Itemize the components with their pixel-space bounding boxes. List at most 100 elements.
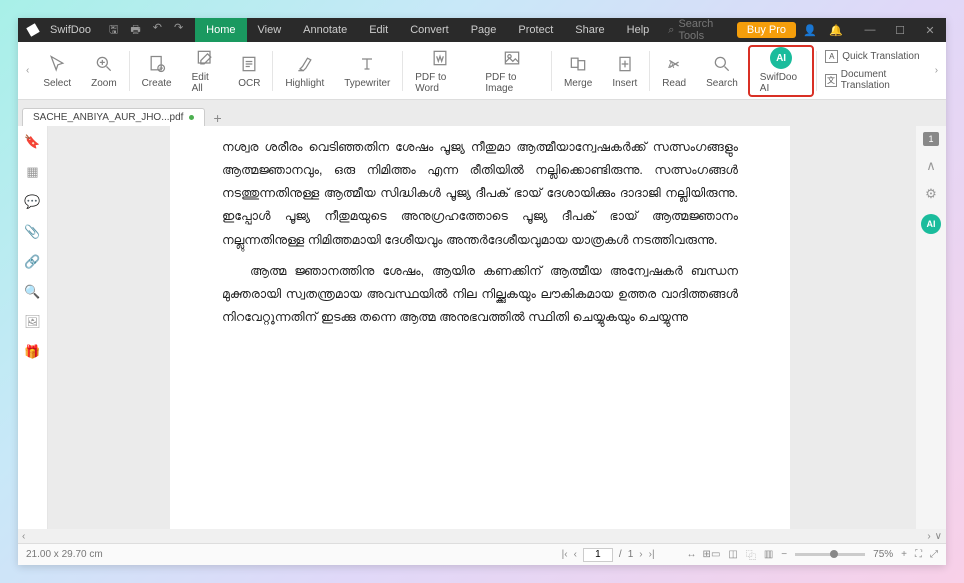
zoom-slider[interactable] — [795, 553, 865, 556]
page-indicator[interactable]: 1 — [923, 132, 939, 146]
menu-edit[interactable]: Edit — [358, 18, 399, 42]
menu-protect[interactable]: Protect — [507, 18, 564, 42]
statusbar: 21.00 x 29.70 cm |‹ ‹ / 1 › ›| ↔ ⊞ ▭ ◫ ⿻… — [18, 543, 946, 565]
insert-button[interactable]: Insert — [602, 45, 647, 97]
paragraph-1: നശ്വര ശരീരം വെടിഞ്ഞതിന ശേഷം പൂജ്യ നീതുമാ… — [222, 136, 738, 252]
next-page-button[interactable]: › — [639, 549, 642, 560]
ribbon-scroll-left[interactable]: ‹ — [22, 65, 33, 76]
maximize-button[interactable]: ☐ — [892, 24, 908, 37]
save-icon[interactable]: 🖫 — [109, 21, 118, 40]
typewriter-button[interactable]: Typewriter — [334, 45, 400, 97]
search-tools[interactable]: ⌕ Search Tools — [660, 18, 731, 42]
undo-icon[interactable]: ↶ — [153, 21, 162, 40]
cursor-icon — [47, 53, 67, 75]
menu-home[interactable]: Home — [195, 18, 246, 42]
insert-icon — [615, 53, 635, 75]
menu-page[interactable]: Page — [460, 18, 508, 42]
ai-side-button[interactable]: AI — [921, 214, 941, 234]
add-tab-button[interactable]: + — [213, 110, 221, 126]
modified-indicator — [189, 115, 194, 120]
thumbnails-icon[interactable]: ▦ — [26, 164, 38, 180]
main-area: 🔖 ▦ 💬 📎 🔗 🔍 🖼 🎁 നശ്വര ശരീരം വെടിഞ്ഞതിന ശ… — [18, 126, 946, 529]
search-button[interactable]: Search — [696, 45, 748, 97]
up-arrow-icon[interactable]: ∧ — [926, 158, 936, 174]
select-button[interactable]: Select — [33, 45, 81, 97]
document-viewport[interactable]: നശ്വര ശരീരം വെടിഞ്ഞതിന ശേഷം പൂജ്യ നീതുമാ… — [48, 126, 916, 529]
fit-page-icon[interactable]: ⊞ — [703, 549, 711, 560]
zoom-in-button[interactable]: + — [901, 549, 907, 560]
ribbon-scroll-right[interactable]: › — [931, 65, 942, 76]
comment-icon[interactable]: 💬 — [24, 194, 40, 210]
highlight-button[interactable]: Highlight — [275, 45, 334, 97]
image-icon — [502, 47, 522, 69]
page-input[interactable] — [583, 548, 613, 562]
last-page-button[interactable]: ›| — [649, 549, 655, 560]
gift-icon[interactable]: 🎁 — [24, 344, 40, 360]
fullscreen-icon[interactable]: ⛶ — [915, 549, 922, 560]
left-sidebar: 🔖 ▦ 💬 📎 🔗 🔍 🖼 🎁 — [18, 126, 48, 529]
view-mode-1-icon[interactable]: ▭ — [711, 549, 720, 560]
merge-button[interactable]: Merge — [554, 45, 602, 97]
edit-icon — [195, 47, 215, 69]
read-button[interactable]: A Read — [652, 45, 696, 97]
typewriter-icon — [357, 53, 377, 75]
zoom-out-button[interactable]: − — [781, 549, 787, 560]
scroll-right-arrow[interactable]: › — [927, 531, 930, 542]
scroll-left-arrow[interactable]: ‹ — [22, 531, 25, 542]
menu-view[interactable]: View — [247, 18, 293, 42]
menu-share[interactable]: Share — [564, 18, 615, 42]
menubar: Home View Annotate Edit Convert Page Pro… — [195, 18, 731, 42]
buy-pro-button[interactable]: Buy Pro — [737, 22, 796, 38]
pdf-to-word-button[interactable]: PDF to Word — [405, 45, 475, 97]
print-icon[interactable]: 🖶 — [130, 21, 140, 40]
picture-icon[interactable]: 🖼 — [24, 314, 41, 330]
search-icon — [712, 53, 732, 75]
paragraph-2: ആത്മ ജ്ഞാനത്തിനു ശേഷം, ആയിര കണക്കിന് ആത്… — [222, 260, 738, 329]
first-page-button[interactable]: |‹ — [562, 549, 568, 560]
doc-translate-icon: 文 — [825, 74, 837, 87]
swifdoo-ai-button[interactable]: AI SwifDoo AI — [748, 45, 815, 97]
settings-icon[interactable]: ⚙ — [925, 186, 937, 202]
document-tab[interactable]: SACHE_ANBIYA_AUR_JHO...pdf — [22, 108, 205, 126]
close-button[interactable]: ✕ — [922, 24, 938, 37]
view-mode-4-icon[interactable]: ▥ — [764, 549, 773, 560]
ocr-button[interactable]: OCR — [228, 45, 270, 97]
minimize-button[interactable]: — — [862, 24, 878, 37]
ocr-icon — [239, 53, 259, 75]
page-total: 1 — [628, 549, 634, 560]
menu-annotate[interactable]: Annotate — [292, 18, 358, 42]
attachment-icon[interactable]: 📎 — [24, 224, 40, 240]
prev-page-button[interactable]: ‹ — [574, 549, 577, 560]
edit-all-button[interactable]: Edit All — [182, 45, 229, 97]
create-button[interactable]: Create — [132, 45, 182, 97]
tabbar: SACHE_ANBIYA_AUR_JHO...pdf + — [18, 100, 946, 126]
pdf-to-image-button[interactable]: PDF to Image — [475, 45, 549, 97]
horizontal-scrollbar[interactable]: ‹ › ∨ — [18, 529, 946, 543]
bell-icon[interactable]: 🔔 — [828, 24, 844, 37]
menu-convert[interactable]: Convert — [399, 18, 460, 42]
magnifier-icon — [94, 53, 114, 75]
zoom-value: 75% — [873, 549, 893, 560]
create-icon — [147, 53, 167, 75]
menu-help[interactable]: Help — [616, 18, 661, 42]
expand-icon[interactable]: ⤢ — [930, 549, 938, 560]
view-mode-3-icon[interactable]: ⿻ — [746, 547, 756, 562]
document-translation-button[interactable]: 文Document Translation — [825, 69, 924, 91]
quick-translation-button[interactable]: AQuick Translation — [825, 50, 924, 63]
find-icon[interactable]: 🔍 — [24, 284, 40, 300]
app-name: SwifDoo — [50, 24, 91, 36]
document-page: നശ്വര ശരീരം വെടിഞ്ഞതിന ശേഷം പൂജ്യ നീതുമാ… — [170, 126, 790, 529]
zoom-button[interactable]: Zoom — [81, 45, 127, 97]
merge-icon — [568, 53, 588, 75]
fit-width-icon[interactable]: ↔ — [687, 549, 697, 560]
view-mode-2-icon[interactable]: ◫ — [728, 549, 737, 560]
page-dimensions: 21.00 x 29.70 cm — [26, 549, 562, 560]
bookmark-icon[interactable]: 🔖 — [24, 134, 40, 150]
ai-icon: AI — [770, 47, 792, 69]
scroll-down-arrow[interactable]: ∨ — [935, 531, 942, 542]
redo-icon[interactable]: ↷ — [174, 21, 183, 40]
app-logo — [24, 21, 41, 38]
user-icon[interactable]: 👤 — [802, 24, 818, 37]
translate-icon: A — [825, 50, 838, 63]
link-icon[interactable]: 🔗 — [24, 254, 40, 270]
